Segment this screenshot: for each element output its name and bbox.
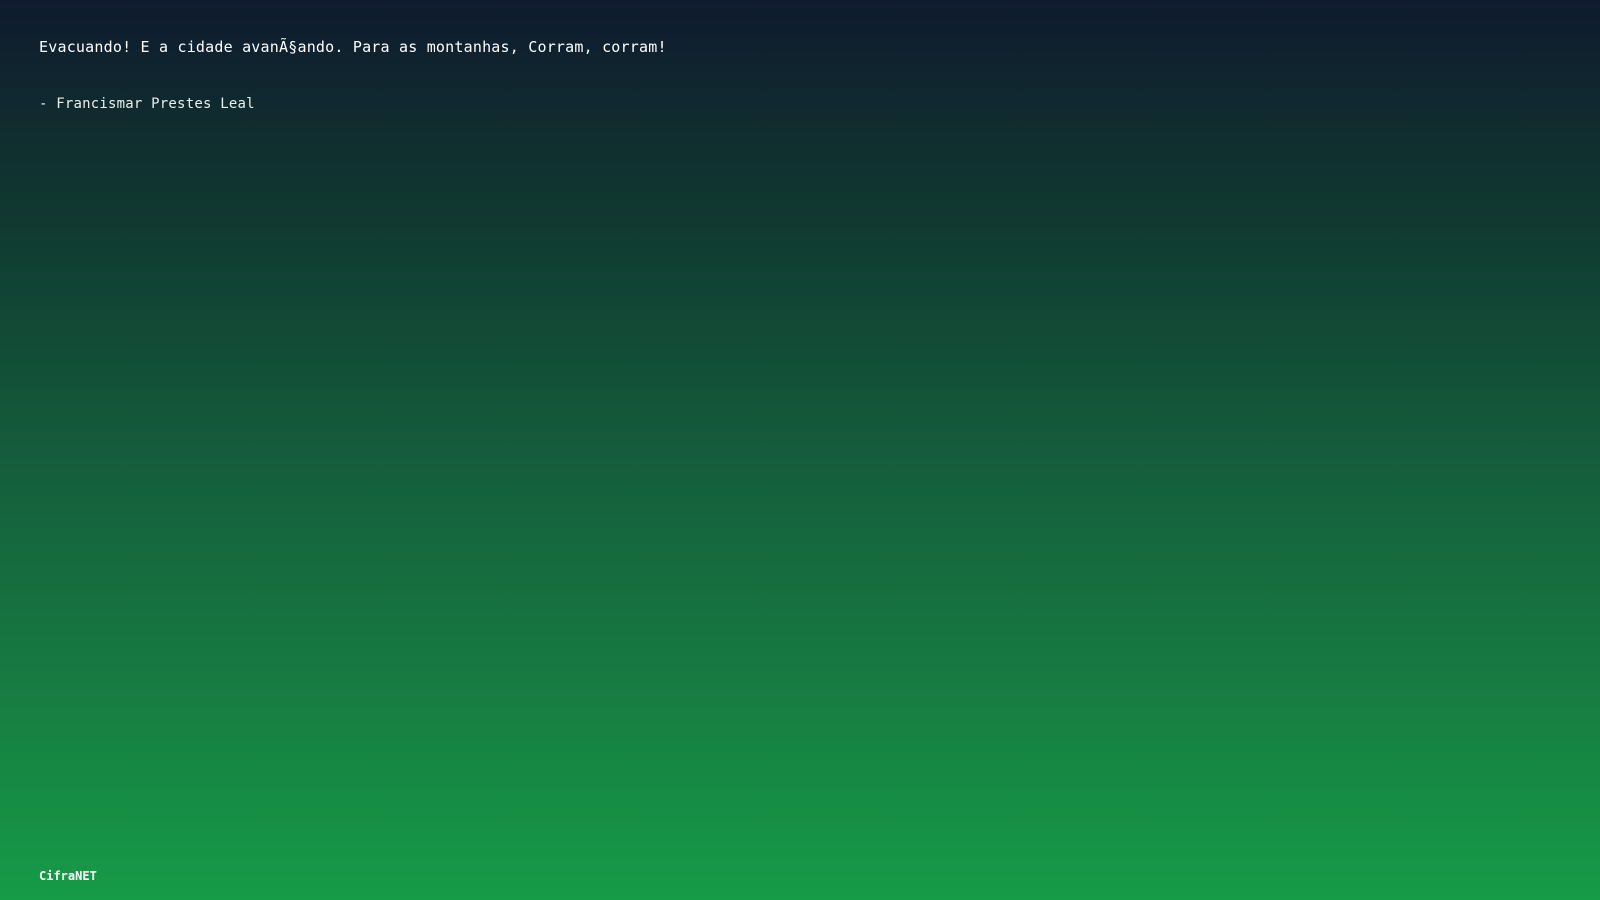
quote-text: Evacuando! E a cidade avanÃ§ando. Para a… [39, 38, 667, 56]
quote-screen: { "quote": { "text": "Evacuando! E a cid… [0, 0, 1600, 900]
brand-logo-text: CifraNET [39, 869, 97, 883]
quote-block: Evacuando! E a cidade avanÃ§ando. Para a… [39, 36, 1539, 114]
quote-author: - Francismar Prestes Leal [39, 96, 255, 112]
